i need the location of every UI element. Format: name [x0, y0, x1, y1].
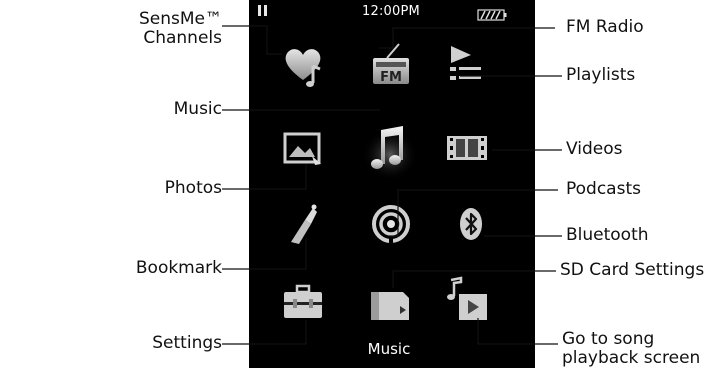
- fm-radio-icon[interactable]: FM: [363, 36, 419, 92]
- callout-podcasts: Podcasts: [566, 179, 641, 199]
- bookmark-icon[interactable]: [275, 196, 331, 252]
- bluetooth-icon[interactable]: [443, 196, 499, 252]
- settings-icon[interactable]: [275, 276, 331, 332]
- playlists-icon[interactable]: [439, 36, 495, 92]
- callout-photos: Photos: [164, 178, 222, 198]
- callout-sd-card-settings: SD Card Settings: [560, 260, 705, 280]
- callout-settings: Settings: [152, 333, 222, 353]
- callout-go-to-song-line-1: Go to song: [562, 329, 655, 349]
- clock: 12:00PM: [362, 4, 420, 19]
- callout-go-to-song: Go to song playback screen: [562, 330, 700, 368]
- photos-icon[interactable]: [275, 120, 331, 176]
- videos-icon[interactable]: [439, 120, 495, 176]
- podcasts-icon[interactable]: [363, 196, 419, 252]
- callout-sensme-line-2: Channels: [143, 28, 222, 48]
- callout-sensme-line-1: SensMe™: [138, 9, 222, 29]
- device-screen: 12:00PM FM Music: [249, 0, 535, 368]
- svg-text:FM: FM: [380, 70, 402, 85]
- current-item-label: Music: [367, 340, 411, 358]
- callout-fm-radio: FM Radio: [566, 17, 644, 37]
- status-bar: 12:00PM: [249, 0, 535, 24]
- go-to-song-playback-icon[interactable]: [439, 272, 495, 328]
- battery-icon: [477, 6, 507, 21]
- pause-icon: [258, 5, 267, 16]
- sensme-channels-icon[interactable]: [275, 36, 331, 92]
- music-icon[interactable]: [360, 118, 420, 178]
- callout-bookmark: Bookmark: [135, 258, 222, 278]
- callout-playlists: Playlists: [566, 65, 636, 85]
- sd-card-settings-icon[interactable]: [363, 276, 419, 332]
- callout-music: Music: [173, 99, 222, 119]
- callout-videos: Videos: [566, 139, 623, 159]
- callout-sensme-channels: SensMe™ Channels: [139, 10, 222, 48]
- callout-go-to-song-line-2: playback screen: [562, 348, 701, 368]
- callout-bluetooth: Bluetooth: [566, 225, 649, 245]
